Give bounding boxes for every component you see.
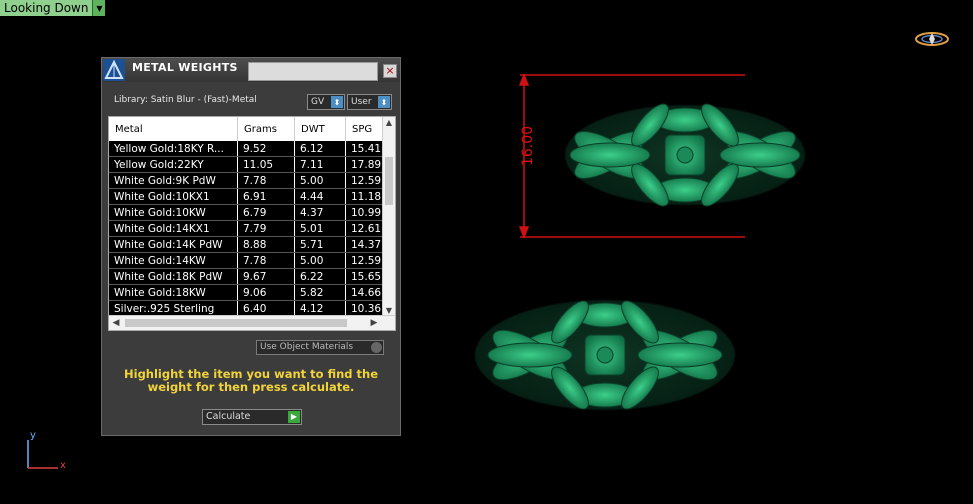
cell-metal: White Gold:9K PdW bbox=[109, 173, 238, 188]
calculate-label: Calculate bbox=[206, 411, 251, 422]
vertical-scroll-thumb[interactable] bbox=[385, 157, 393, 205]
table-header: Metal Grams DWT SPG bbox=[109, 117, 383, 142]
titlebar-field bbox=[248, 62, 378, 81]
user-select[interactable]: User ⬍ bbox=[347, 94, 392, 110]
cell-grams: 11.05 bbox=[238, 157, 295, 172]
cell-grams: 7.79 bbox=[238, 221, 295, 236]
cell-spg: 17.89 bbox=[346, 157, 383, 172]
table-row[interactable]: White Gold:14K PdW 8.88 5.71 14.37 bbox=[109, 237, 383, 253]
cell-spg: 15.65 bbox=[346, 269, 383, 284]
cell-spg: 12.59 bbox=[346, 173, 383, 188]
cell-grams: 8.88 bbox=[238, 237, 295, 252]
cell-grams: 9.52 bbox=[238, 141, 295, 156]
table-row[interactable]: White Gold:10KX1 6.91 4.44 11.18 bbox=[109, 189, 383, 205]
cell-dwt: 4.12 bbox=[295, 301, 346, 316]
cell-dwt: 4.44 bbox=[295, 189, 346, 204]
instruction-text: Highlight the item you want to find the … bbox=[124, 367, 378, 394]
cell-dwt: 5.01 bbox=[295, 221, 346, 236]
cell-dwt: 6.12 bbox=[295, 141, 346, 156]
gv-dropdown-icon[interactable]: ⬍ bbox=[331, 96, 343, 108]
cell-spg: 15.41 bbox=[346, 141, 383, 156]
table-row[interactable]: Yellow Gold:18KY R... 9.52 6.12 15.41 bbox=[109, 141, 383, 157]
cell-dwt: 5.00 bbox=[295, 173, 346, 188]
cell-dwt: 7.11 bbox=[295, 157, 346, 172]
axis-y-label: y bbox=[30, 430, 36, 441]
scroll-up-icon[interactable]: ▲ bbox=[383, 117, 395, 129]
ring-top-view bbox=[564, 103, 806, 207]
cell-metal: Yellow Gold:18KY R... bbox=[109, 141, 238, 156]
horizontal-scroll-thumb[interactable] bbox=[125, 319, 347, 327]
column-header-dwt[interactable]: DWT bbox=[295, 117, 346, 141]
user-dropdown-icon[interactable]: ⬍ bbox=[378, 96, 390, 108]
play-icon[interactable]: ▶ bbox=[288, 411, 300, 423]
cell-grams: 7.78 bbox=[238, 253, 295, 268]
viewport-label-text: Looking Down bbox=[4, 1, 89, 15]
metal-table[interactable]: Metal Grams DWT SPG Yellow Gold:18KY R..… bbox=[108, 116, 396, 331]
table-row[interactable]: White Gold:18KW 9.06 5.82 14.66 bbox=[109, 285, 383, 301]
compass-icon bbox=[915, 32, 949, 46]
cell-spg: 14.37 bbox=[346, 237, 383, 252]
gv-select-label: GV bbox=[311, 97, 325, 107]
cell-dwt: 4.37 bbox=[295, 205, 346, 220]
app-logo-icon bbox=[103, 59, 125, 81]
gv-select[interactable]: GV ⬍ bbox=[307, 94, 345, 110]
cell-grams: 6.91 bbox=[238, 189, 295, 204]
use-object-materials-label: Use Object Materials bbox=[260, 342, 354, 352]
table-row[interactable]: White Gold:18K PdW 9.67 6.22 15.65 bbox=[109, 269, 383, 285]
table-row[interactable]: Yellow Gold:22KY 11.05 7.11 17.89 bbox=[109, 157, 383, 173]
cell-spg: 12.61 bbox=[346, 221, 383, 236]
column-header-grams[interactable]: Grams bbox=[238, 117, 295, 141]
calculate-button[interactable]: Calculate ▶ bbox=[202, 409, 302, 425]
panel-titlebar[interactable]: METAL WEIGHTS × bbox=[102, 58, 400, 82]
cell-spg: 11.18 bbox=[346, 189, 383, 204]
ring-bottom-view bbox=[474, 299, 736, 411]
model-viewport[interactable] bbox=[470, 60, 830, 450]
user-select-label: User bbox=[351, 97, 372, 107]
horizontal-scrollbar[interactable]: ◀ ▶ bbox=[109, 315, 395, 330]
vertical-scrollbar[interactable]: ▲ ▼ bbox=[382, 117, 395, 317]
cell-spg: 10.99 bbox=[346, 205, 383, 220]
axis-x-label: x bbox=[60, 460, 66, 471]
axis-indicator: y x bbox=[20, 428, 70, 474]
chevron-down-icon[interactable]: ▼ bbox=[92, 0, 106, 16]
scroll-left-icon[interactable]: ◀ bbox=[109, 316, 123, 330]
cell-grams: 9.06 bbox=[238, 285, 295, 300]
metal-weights-panel: METAL WEIGHTS × Library: Satin Blur - (F… bbox=[101, 57, 401, 436]
cell-metal: White Gold:18KW bbox=[109, 285, 238, 300]
cell-dwt: 6.22 bbox=[295, 269, 346, 284]
cell-metal: Yellow Gold:22KY bbox=[109, 157, 238, 172]
cell-grams: 6.40 bbox=[238, 301, 295, 316]
cell-dwt: 5.71 bbox=[295, 237, 346, 252]
cell-metal: White Gold:14K PdW bbox=[109, 237, 238, 252]
column-header-metal[interactable]: Metal bbox=[109, 117, 238, 141]
column-header-spg[interactable]: SPG bbox=[346, 117, 383, 141]
table-row[interactable]: White Gold:14KX1 7.79 5.01 12.61 bbox=[109, 221, 383, 237]
table-row[interactable]: White Gold:9K PdW 7.78 5.00 12.59 bbox=[109, 173, 383, 189]
cell-spg: 12.59 bbox=[346, 253, 383, 268]
cell-metal: Silver:.925 Sterling bbox=[109, 301, 238, 316]
cell-spg: 10.36 bbox=[346, 301, 383, 316]
close-icon[interactable]: × bbox=[383, 64, 397, 78]
table-row[interactable]: White Gold:10KW 6.79 4.37 10.99 bbox=[109, 205, 383, 221]
cell-dwt: 5.82 bbox=[295, 285, 346, 300]
viewport-label[interactable]: Looking Down ▼ bbox=[0, 0, 106, 16]
cell-grams: 9.67 bbox=[238, 269, 295, 284]
use-object-materials-checkbox[interactable]: Use Object Materials bbox=[256, 340, 384, 355]
cell-metal: White Gold:14KX1 bbox=[109, 221, 238, 236]
use-object-materials-toggle[interactable] bbox=[371, 342, 382, 353]
panel-title: METAL WEIGHTS bbox=[132, 61, 238, 74]
scroll-right-icon[interactable]: ▶ bbox=[367, 316, 381, 330]
table-body: Yellow Gold:18KY R... 9.52 6.12 15.41 Yellow… bbox=[109, 141, 383, 317]
cell-spg: 14.66 bbox=[346, 285, 383, 300]
cell-metal: White Gold:14KW bbox=[109, 253, 238, 268]
dimension-label: 16.00 bbox=[520, 125, 537, 167]
cell-metal: White Gold:10KW bbox=[109, 205, 238, 220]
library-label: Library: Satin Blur - (Fast)-Metal bbox=[114, 95, 257, 105]
cell-grams: 7.78 bbox=[238, 173, 295, 188]
cell-metal: White Gold:10KX1 bbox=[109, 189, 238, 204]
cell-metal: White Gold:18K PdW bbox=[109, 269, 238, 284]
table-row[interactable]: White Gold:14KW 7.78 5.00 12.59 bbox=[109, 253, 383, 269]
cell-grams: 6.79 bbox=[238, 205, 295, 220]
cell-dwt: 5.00 bbox=[295, 253, 346, 268]
